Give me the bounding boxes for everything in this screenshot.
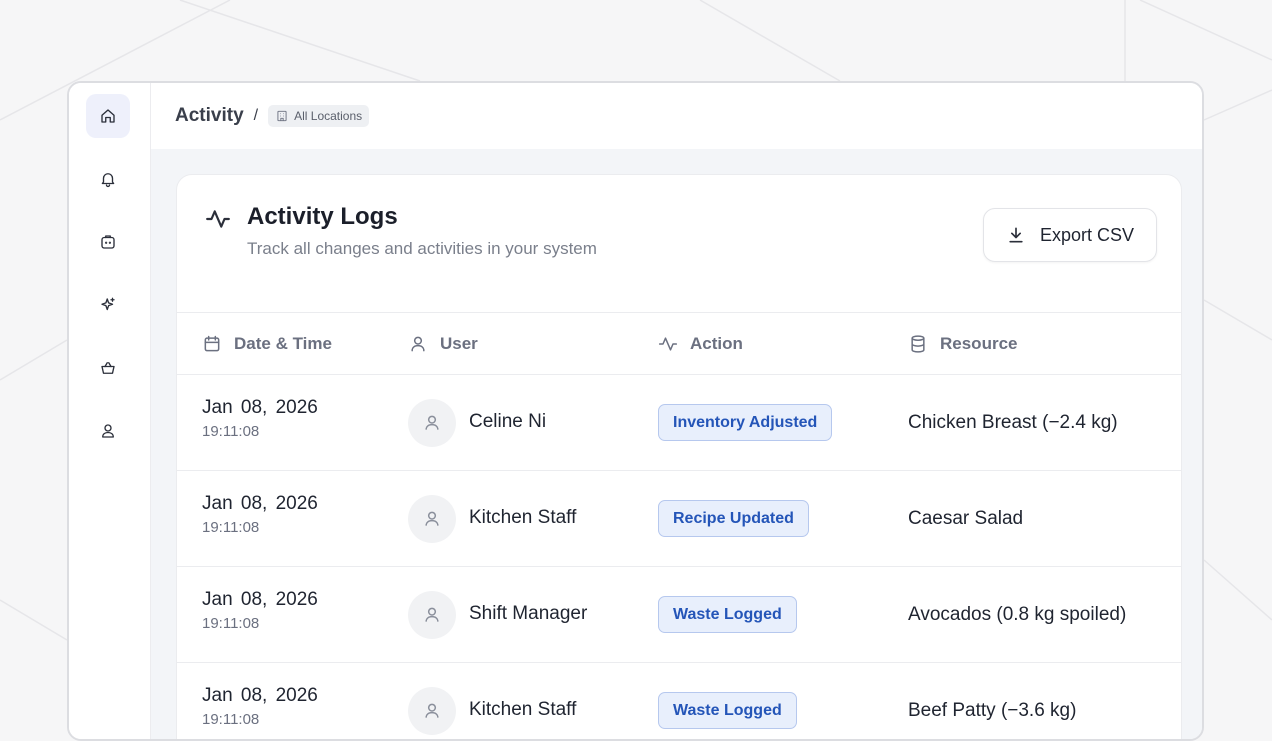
location-badge-label: All Locations <box>294 109 363 123</box>
avatar <box>408 591 456 639</box>
column-header-date-label: Date & Time <box>234 334 332 353</box>
avatar <box>408 687 456 735</box>
activity-logs-card: Activity Logs Track all changes and acti… <box>176 174 1182 739</box>
row-time: 19:11:08 <box>202 711 260 728</box>
column-header-user[interactable]: User <box>408 313 478 375</box>
activity-icon <box>658 337 678 351</box>
sparkle-icon <box>101 297 115 311</box>
breadcrumb-separator: / <box>253 107 259 124</box>
action-badge: Inventory Adjusted <box>658 404 833 441</box>
sidebar-item-orders[interactable] <box>86 346 130 390</box>
action-badge: Waste Logged <box>658 692 797 729</box>
column-header-action-label: Action <box>690 334 743 353</box>
column-header-action[interactable]: Action <box>658 313 743 375</box>
user-icon <box>425 703 439 718</box>
column-header-date[interactable]: Date & Time <box>202 313 332 375</box>
sidebar-item-home[interactable] <box>86 94 130 138</box>
export-csv-label: Export CSV <box>1039 224 1135 245</box>
row-resource: Chicken Breast (−2.4 kg) <box>908 412 1118 433</box>
row-time: 19:11:08 <box>202 615 260 632</box>
row-user: Kitchen Staff <box>469 507 577 528</box>
table-row[interactable]: Jan 08, 2026 19:11:08 Kitchen Staff Reci… <box>177 471 1181 567</box>
user-icon <box>102 424 114 438</box>
row-resource: Avocados (0.8 kg spoiled) <box>908 604 1127 625</box>
sidebar-item-notifications[interactable] <box>86 157 130 201</box>
database-icon <box>911 335 925 353</box>
column-header-user-label: User <box>440 334 478 353</box>
download-icon <box>1009 227 1023 243</box>
app-window: Activity / All Locations Activity Logs T… <box>67 81 1204 741</box>
breadcrumb: Activity / All Locations <box>151 83 1202 149</box>
basket-icon <box>101 362 115 374</box>
table-row[interactable]: Jan 08, 2026 19:11:08 Celine Ni Inventor… <box>177 375 1181 471</box>
row-user: Shift Manager <box>469 603 588 624</box>
table-row[interactable]: Jan 08, 2026 19:11:08 Kitchen Staff Wast… <box>177 663 1181 739</box>
card-subtitle: Track all changes and activities in your… <box>247 239 597 258</box>
calendar-icon <box>204 335 220 352</box>
export-csv-button[interactable]: Export CSV <box>983 208 1157 262</box>
row-date: Jan 08, 2026 <box>202 397 318 418</box>
action-badge: Waste Logged <box>658 596 797 633</box>
row-time: 19:11:08 <box>202 519 260 536</box>
sidebar-item-inventory[interactable] <box>86 220 130 264</box>
table-row[interactable]: Jan 08, 2026 19:11:08 Shift Manager Wast… <box>177 567 1181 663</box>
breadcrumb-title[interactable]: Activity <box>175 105 244 127</box>
user-icon <box>411 336 425 352</box>
bell-icon <box>101 173 115 188</box>
box-icon <box>101 235 115 249</box>
user-icon <box>425 415 439 430</box>
row-date: Jan 08, 2026 <box>202 493 318 514</box>
row-date: Jan 08, 2026 <box>202 685 318 706</box>
row-resource: Beef Patty (−3.6 kg) <box>908 700 1077 721</box>
sidebar-item-ai[interactable] <box>86 283 130 327</box>
avatar <box>408 495 456 543</box>
user-icon <box>425 607 439 622</box>
sidebar <box>69 83 151 739</box>
row-user: Kitchen Staff <box>469 699 577 720</box>
row-time: 19:11:08 <box>202 423 260 440</box>
home-icon <box>101 109 115 123</box>
card-header: Activity Logs Track all changes and acti… <box>177 175 1181 312</box>
building-icon <box>277 110 287 122</box>
row-user: Celine Ni <box>469 411 547 432</box>
row-resource: Caesar Salad <box>908 508 1024 529</box>
activity-icon <box>205 206 231 232</box>
location-badge[interactable]: All Locations <box>268 105 370 127</box>
column-header-resource[interactable]: Resource <box>908 313 1017 375</box>
row-date: Jan 08, 2026 <box>202 589 318 610</box>
column-header-resource-label: Resource <box>940 334 1018 353</box>
action-badge: Recipe Updated <box>658 500 809 537</box>
card-title: Activity Logs <box>247 203 398 230</box>
avatar <box>408 399 456 447</box>
user-icon <box>425 511 439 526</box>
table-header: Date & Time User Action Resource <box>177 312 1181 375</box>
main-content: Activity Logs Track all changes and acti… <box>151 149 1202 739</box>
sidebar-item-profile[interactable] <box>86 409 130 453</box>
